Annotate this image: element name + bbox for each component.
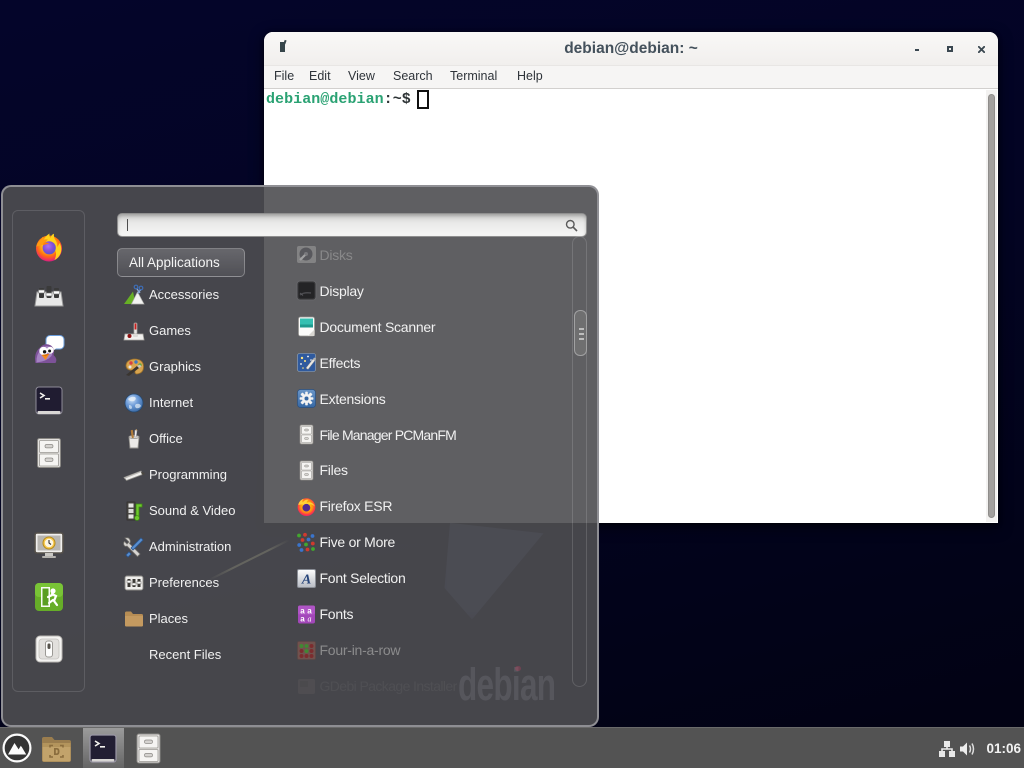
- svg-text:a: a: [308, 614, 312, 623]
- svg-text:A: A: [301, 572, 311, 587]
- svg-text:a: a: [300, 614, 305, 623]
